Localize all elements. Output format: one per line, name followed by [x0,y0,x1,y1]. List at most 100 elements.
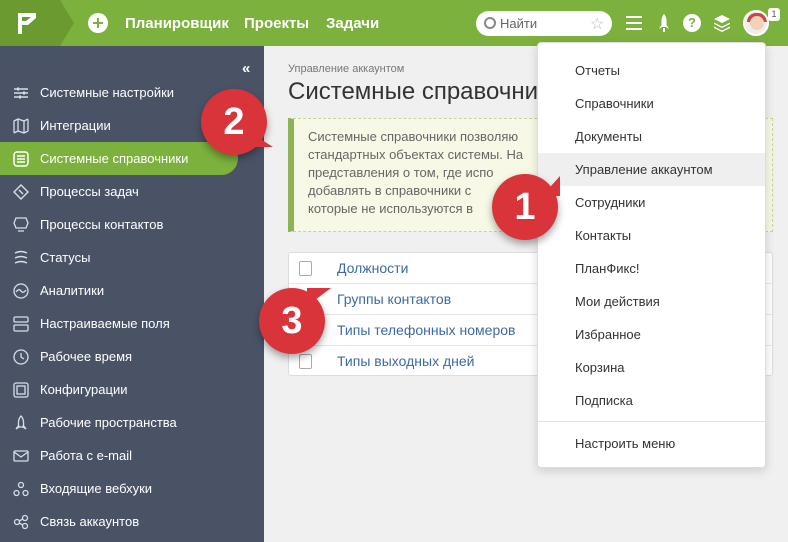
layers-icon[interactable] [711,12,733,34]
directory-icon [299,354,312,369]
callout-marker-3: 3 [259,288,331,354]
diamond-icon [13,184,29,200]
avatar-face [750,16,764,30]
menu-item-label: Сотрудники [575,195,646,210]
page-title: Системные справочни [288,78,538,105]
nav-projects[interactable]: Проекты [244,15,309,32]
menu-item-customize[interactable]: Настроить меню [538,427,765,460]
sidebar-item-label: Связь аккаунтов [40,514,140,529]
logo-icon [18,13,36,34]
menu-icon[interactable] [624,12,646,34]
avatar[interactable] [743,10,769,36]
logo[interactable] [0,0,60,46]
star-icon[interactable]: ☆ [590,14,604,34]
sidebar-item-workspaces[interactable]: Рабочие пространства [0,406,264,439]
contacts-icon [13,217,29,232]
callout-marker-2: 2 [201,89,273,155]
sidebar-item-task-processes[interactable]: Процессы задач [0,175,264,208]
nav-tasks[interactable]: Задачи [326,15,379,32]
sidebar-item-label: Процессы контактов [40,217,164,232]
sidebar-item-label: Конфигурации [40,382,128,397]
menu-item-label: Справочники [575,96,654,111]
directory-link[interactable]: Типы телефонных номеров [337,322,515,338]
sidebar-item-system-directories[interactable]: Системные справочники [0,142,238,175]
menu-item-planfix[interactable]: ПланФикс! [538,252,765,285]
sliders-icon [14,87,28,99]
info-line: стандартных объектах системы. На [308,147,524,162]
sidebar-item-label: Системные настройки [40,85,175,100]
sidebar-item-custom-fields[interactable]: Настраиваемые поля [0,307,264,340]
sidebar-item-email[interactable]: Работа с e-mail [0,439,264,472]
sidebar-item-configurations[interactable]: Конфигурации [0,373,264,406]
analytics-icon [13,283,29,299]
sidebar-item-label: Аналитики [40,283,105,298]
rocket-icon[interactable] [653,12,675,34]
menu-item-label: Корзина [575,360,625,375]
nav-planner[interactable]: Планировщик [125,15,229,32]
menu-item-contacts[interactable]: Контакты [538,219,765,252]
webhook-icon [13,481,29,497]
directory-link[interactable]: Группы контактов [337,291,451,307]
sidebar-item-label: Статусы [40,250,91,265]
menu-item-label: Избранное [575,327,641,342]
logo-arrow [60,0,74,46]
config-icon [13,382,29,398]
menu-item-label: Подписка [575,393,633,408]
menu-item-subscription[interactable]: Подписка [538,384,765,417]
search-icon [484,17,496,29]
sidebar-item-contact-processes[interactable]: Процессы контактов [0,208,264,241]
fields-icon [13,316,29,332]
menu-divider [538,421,765,422]
help-icon[interactable]: ? [683,14,701,32]
directory-link[interactable]: Типы выходных дней [337,353,474,369]
sidebar-item-label: Работа с e-mail [40,448,133,463]
rocket-icon [15,415,27,430]
status-icon [14,250,28,264]
menu-item-favorites[interactable]: Избранное [538,318,765,351]
menu-item-reports[interactable]: Отчеты [538,54,765,87]
sidebar-item-label: Настраиваемые поля [40,316,170,331]
add-button[interactable] [88,13,108,33]
menu-item-label: Настроить меню [575,436,676,451]
menu-item-label: Отчеты [575,63,620,78]
sidebar-item-label: Рабочие пространства [40,415,177,430]
menu-item-label: Документы [575,129,643,144]
directory-icon [299,261,312,276]
sidebar-item-label: Интеграции [40,118,111,133]
search-box: ☆ [476,11,612,36]
sidebar-item-working-time[interactable]: Рабочее время [0,340,264,373]
notification-badge: 1 [768,8,780,21]
menu-item-label: Управление аккаунтом [575,162,713,177]
sidebar-item-analytics[interactable]: Аналитики [0,274,264,307]
search-input[interactable] [500,14,588,33]
sidebar-item-account-link[interactable]: Связь аккаунтов [0,505,264,538]
main-menu-dropdown: Отчеты Справочники Документы Управление … [537,42,766,468]
directory-link[interactable]: Должности [337,260,408,276]
clock-icon [13,349,29,365]
menu-item-documents[interactable]: Документы [538,120,765,153]
map-icon [13,118,29,134]
menu-item-trash[interactable]: Корзина [538,351,765,384]
menu-item-label: Контакты [575,228,632,243]
info-line: Системные справочники позволяю [308,129,519,144]
menu-item-directories[interactable]: Справочники [538,87,765,120]
breadcrumb[interactable]: Управление аккаунтом [288,63,404,75]
top-bar: Планировщик Проекты Задачи ☆ ? 1 [0,0,788,46]
menu-item-my-actions[interactable]: Мои действия [538,285,765,318]
sidebar-item-webhooks[interactable]: Входящие вебхуки [0,472,264,505]
sidebar-item-label: Системные справочники [40,151,189,166]
info-line: представления о том, где испо [308,165,494,180]
link-icon [13,514,29,530]
menu-item-employees[interactable]: Сотрудники [538,186,765,219]
mail-icon [13,450,29,462]
menu-item-account-management[interactable]: Управление аккаунтом [538,153,765,186]
callout-marker-1: 1 [492,174,558,240]
sidebar-item-label: Входящие вебхуки [40,481,153,496]
info-line: которые не используются в [308,201,474,216]
sidebar-item-label: Процессы задач [40,184,139,199]
list-icon [13,151,29,167]
sidebar-item-statuses[interactable]: Статусы [0,241,264,274]
collapse-sidebar-icon[interactable]: « [242,60,250,77]
sidebar-item-label: Рабочее время [40,349,133,364]
menu-item-label: Мои действия [575,294,660,309]
